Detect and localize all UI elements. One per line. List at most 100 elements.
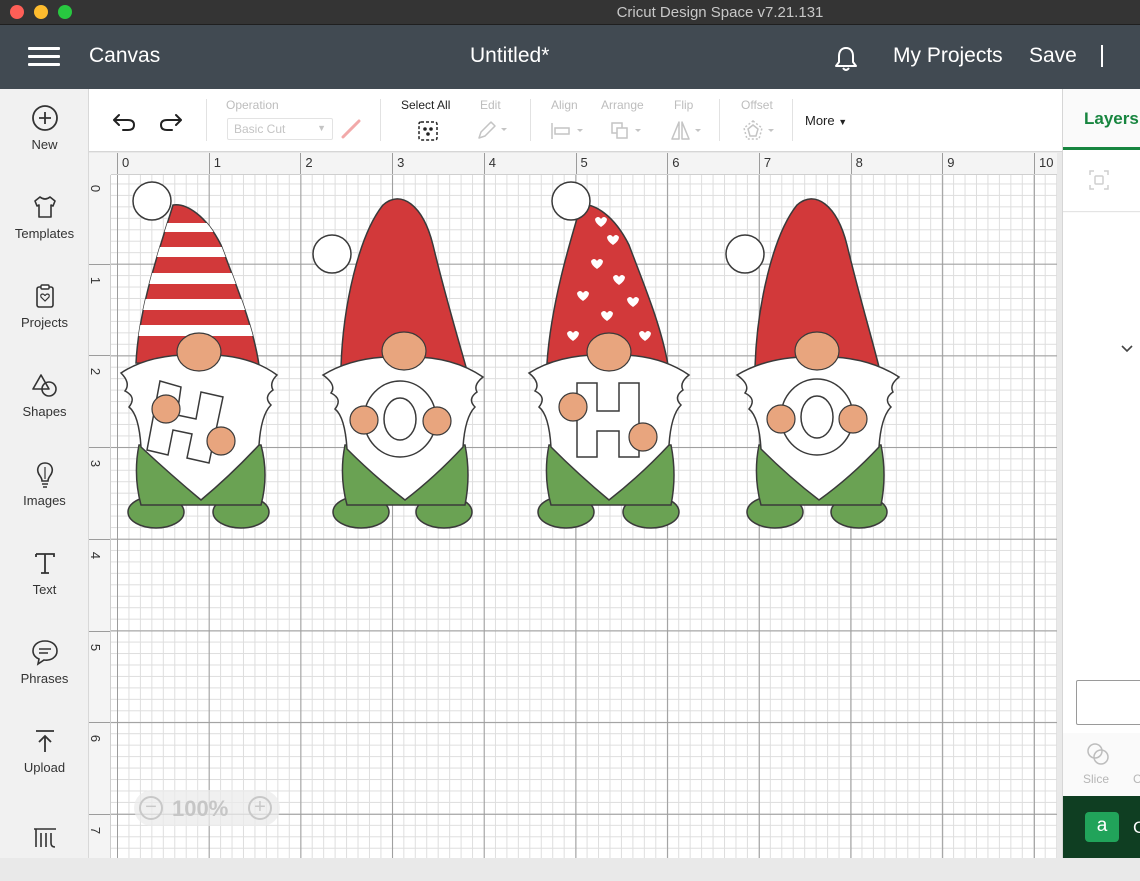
sidebar-item-shapes[interactable]: Shapes (0, 356, 89, 436)
design-canvas[interactable] (111, 175, 1057, 858)
select-all-icon[interactable] (416, 119, 440, 143)
caret-down-icon: ▼ (838, 117, 848, 127)
flip-icon[interactable] (669, 120, 707, 142)
ruler-tick-label: 7 (763, 155, 772, 170)
flip-label: Flip (674, 98, 694, 112)
arrange-label: Arrange (601, 98, 644, 112)
speech-bubble-icon (31, 640, 58, 666)
slice-icon[interactable] (1085, 741, 1111, 767)
my-projects-button[interactable]: My Projects (893, 44, 1003, 68)
group-icon[interactable] (1087, 168, 1111, 192)
ruler-tick (850, 153, 852, 174)
ruler-tick-label: 1 (89, 276, 104, 284)
layers-toolbar (1063, 150, 1140, 212)
ruler-tick (89, 263, 110, 265)
toolbar-divider (719, 99, 720, 141)
plus-circle-icon (31, 105, 58, 131)
offset-label: Offset (741, 98, 773, 112)
sidebar-item-templates[interactable]: Templates (0, 178, 89, 258)
zoom-out-button[interactable]: − (139, 796, 163, 820)
edit-label: Edit (480, 98, 501, 112)
slice-label: Slice (1083, 772, 1110, 786)
document-title[interactable]: Untitled* (470, 44, 549, 68)
clipboard-icon (35, 284, 54, 308)
text-icon (34, 553, 55, 574)
toolbar-divider (530, 99, 531, 141)
pen-color-icon[interactable] (339, 117, 363, 141)
operation-value: Basic Cut (234, 122, 286, 136)
ruler-tick (89, 813, 110, 815)
operation-select[interactable]: Basic Cut ▼ (227, 118, 333, 140)
ruler-tick (575, 153, 577, 174)
bell-icon[interactable] (832, 45, 860, 73)
menu-button[interactable] (28, 47, 60, 67)
ruler-tick (89, 722, 110, 724)
gnome-h-hearts[interactable] (527, 181, 691, 529)
gnome-o-solid[interactable] (312, 198, 485, 529)
sidebar-item-images[interactable]: Images (0, 445, 89, 525)
ruler-tick (117, 153, 118, 174)
chat-icon-letter: a (1096, 815, 1108, 836)
ruler-tick-label: 9 (947, 155, 955, 170)
sidebar-item-label: New (31, 137, 58, 152)
chat-icon[interactable]: a (1085, 812, 1119, 842)
toolbar-divider (792, 99, 793, 141)
sidebar-item-text[interactable]: Text (0, 534, 89, 614)
more-button[interactable]: More ▼ (805, 113, 847, 128)
ruler-tick-label: 0 (122, 155, 130, 170)
edit-toolbar: Operation Basic Cut ▼ Select All Edit Al… (89, 89, 1062, 152)
lightbulb-icon (36, 462, 53, 488)
save-button[interactable]: Save (1029, 44, 1077, 68)
ruler-tick-label: 2 (89, 368, 104, 376)
ruler-tick (89, 538, 110, 540)
ruler-tick-label: 5 (580, 155, 588, 170)
layers-list[interactable] (1063, 213, 1140, 733)
color-sync-box[interactable] (1076, 680, 1140, 725)
gnome-design-group[interactable] (111, 175, 1057, 858)
redo-icon[interactable] (158, 111, 184, 133)
chat-support-bar[interactable]: a C (1063, 796, 1140, 858)
sidebar-item-upload[interactable]: Upload (0, 712, 89, 792)
sidebar-item-label: Phrases (20, 671, 69, 686)
undo-icon[interactable] (111, 111, 137, 133)
layers-panel: Layers Slice C a C (1062, 89, 1140, 858)
sidebar-item-label: Upload (23, 760, 66, 775)
gnome-h-striped[interactable] (111, 181, 281, 529)
monogram-icon (33, 828, 56, 848)
edit-pencil-icon[interactable] (475, 119, 509, 141)
left-ruler[interactable]: 0 1 2 3 4 5 6 7 (89, 175, 111, 858)
ruler-tick-label: 5 (89, 643, 104, 651)
arrange-icon[interactable] (609, 120, 647, 142)
ruler-tick-label: 4 (488, 155, 497, 170)
ruler-tick (758, 153, 760, 174)
gnome-o-solid-2[interactable] (725, 198, 901, 529)
ruler-tick (208, 153, 210, 174)
ruler-tick (89, 447, 110, 449)
offset-icon[interactable] (741, 119, 779, 143)
ruler-tick-label: 7 (89, 826, 104, 835)
ruler-tick-label: 1 (213, 155, 221, 170)
align-icon[interactable] (549, 121, 587, 141)
ruler-tick (483, 153, 485, 174)
sidebar-item-phrases[interactable]: Phrases (0, 623, 89, 703)
sidebar-item-label: Templates (14, 226, 75, 241)
operation-label: Operation (226, 98, 279, 112)
sidebar-item-monogram[interactable] (0, 801, 89, 881)
chat-label: C (1133, 818, 1140, 837)
align-label: Align (551, 98, 578, 112)
header-divider (1101, 45, 1103, 67)
top-ruler[interactable]: 0 1 2 3 4 5 6 7 8 9 10 (89, 153, 1057, 175)
ruler-tick-label: 4 (89, 551, 104, 559)
ruler-tick (667, 153, 669, 174)
tab-layers[interactable]: Layers (1084, 109, 1139, 129)
toolbar-divider (206, 99, 207, 141)
shirt-icon (33, 196, 56, 218)
sidebar-item-new[interactable]: New (0, 89, 89, 169)
zoom-in-button[interactable]: + (248, 796, 272, 820)
ruler-tick (89, 630, 110, 632)
ruler-tick (942, 153, 944, 174)
sidebar-item-projects[interactable]: Projects (0, 267, 89, 347)
chevron-down-icon[interactable] (1120, 342, 1134, 356)
window-title: Cricut Design Space v7.21.131 (616, 4, 824, 21)
more-label: More (805, 113, 835, 128)
